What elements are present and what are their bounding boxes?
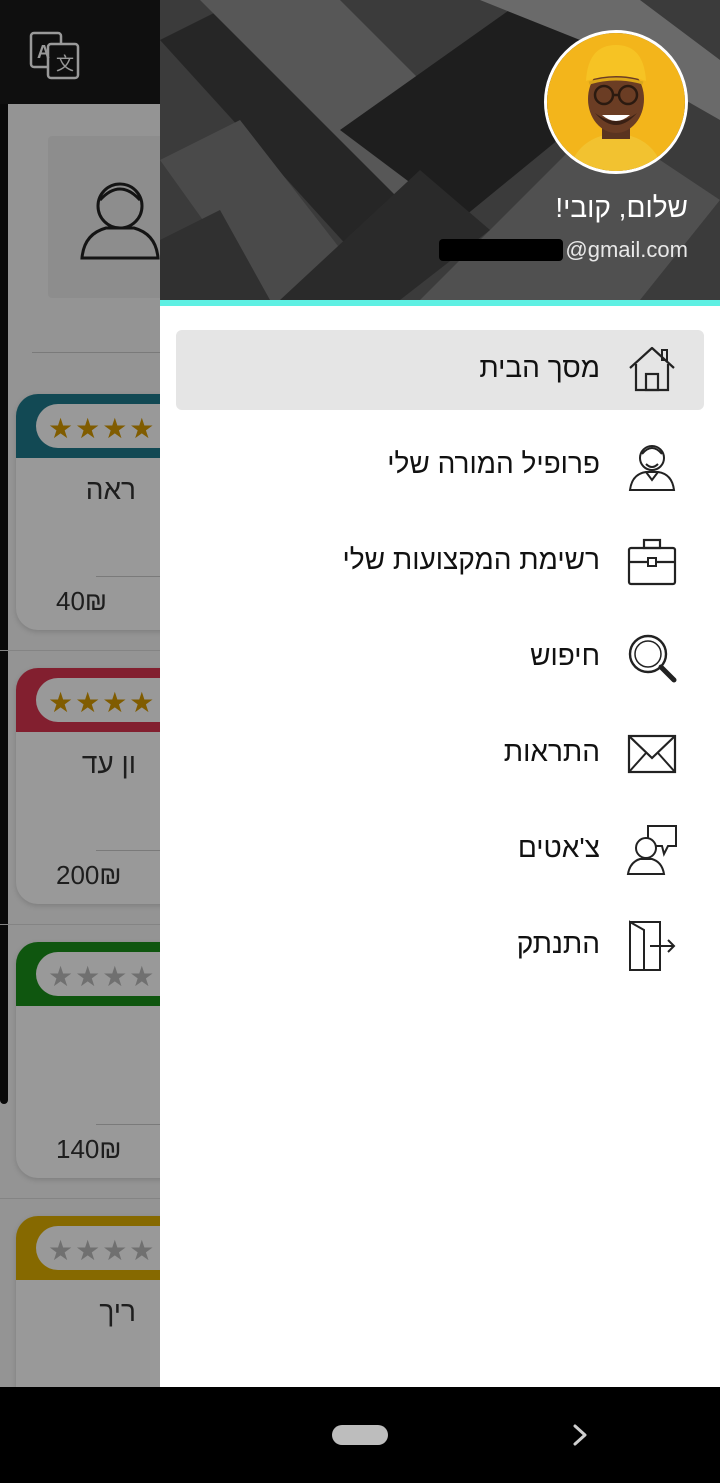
teacher-profile-icon	[628, 445, 676, 491]
menu-item-chats[interactable]: צ'אטים	[176, 810, 704, 890]
greeting-text: שלום, קובי!	[555, 192, 688, 223]
drawer-header: שלום, קובי! @gmail.com	[160, 0, 720, 300]
menu-item-label: התנתק	[516, 928, 600, 959]
menu-item-label: מסך הבית	[479, 352, 600, 383]
menu-item-label: פרופיל המורה שלי	[387, 448, 600, 479]
menu-item-label: רשימת המקצועות שלי	[342, 544, 600, 575]
menu-item-logout[interactable]: התנתק	[176, 906, 704, 986]
menu-item-subjects[interactable]: רשימת המקצועות שלי	[176, 522, 704, 602]
briefcase-icon	[627, 538, 677, 586]
system-navigation-bar	[0, 1387, 720, 1483]
envelope-icon	[627, 734, 677, 774]
home-gesture-pill[interactable]	[332, 1425, 388, 1445]
profile-photo-image	[547, 33, 685, 171]
chat-icon	[626, 825, 677, 875]
chevron-right-icon[interactable]	[568, 1421, 592, 1449]
menu-item-label: התראות	[503, 736, 600, 767]
navigation-drawer: שלום, קובי! @gmail.com מסך הבית פרופיל ה…	[160, 0, 720, 1387]
menu-item-home[interactable]: מסך הבית	[176, 330, 704, 410]
drawer-menu: מסך הבית פרופיל המורה שלי רשימת המקצועות…	[176, 330, 704, 1002]
email-domain: @gmail.com	[565, 237, 688, 262]
logout-door-icon	[629, 920, 676, 971]
search-icon	[628, 634, 677, 683]
user-email: @gmail.com	[439, 236, 688, 264]
menu-item-label: חיפוש	[530, 640, 600, 671]
menu-item-search[interactable]: חיפוש	[176, 618, 704, 698]
menu-item-teacher-profile[interactable]: פרופיל המורה שלי	[176, 426, 704, 506]
menu-item-label: צ'אטים	[517, 832, 600, 863]
home-icon	[629, 346, 675, 392]
menu-item-notifications[interactable]: התראות	[176, 714, 704, 794]
header-accent-line	[160, 300, 720, 306]
profile-photo[interactable]	[544, 30, 688, 174]
email-redaction	[439, 239, 564, 261]
